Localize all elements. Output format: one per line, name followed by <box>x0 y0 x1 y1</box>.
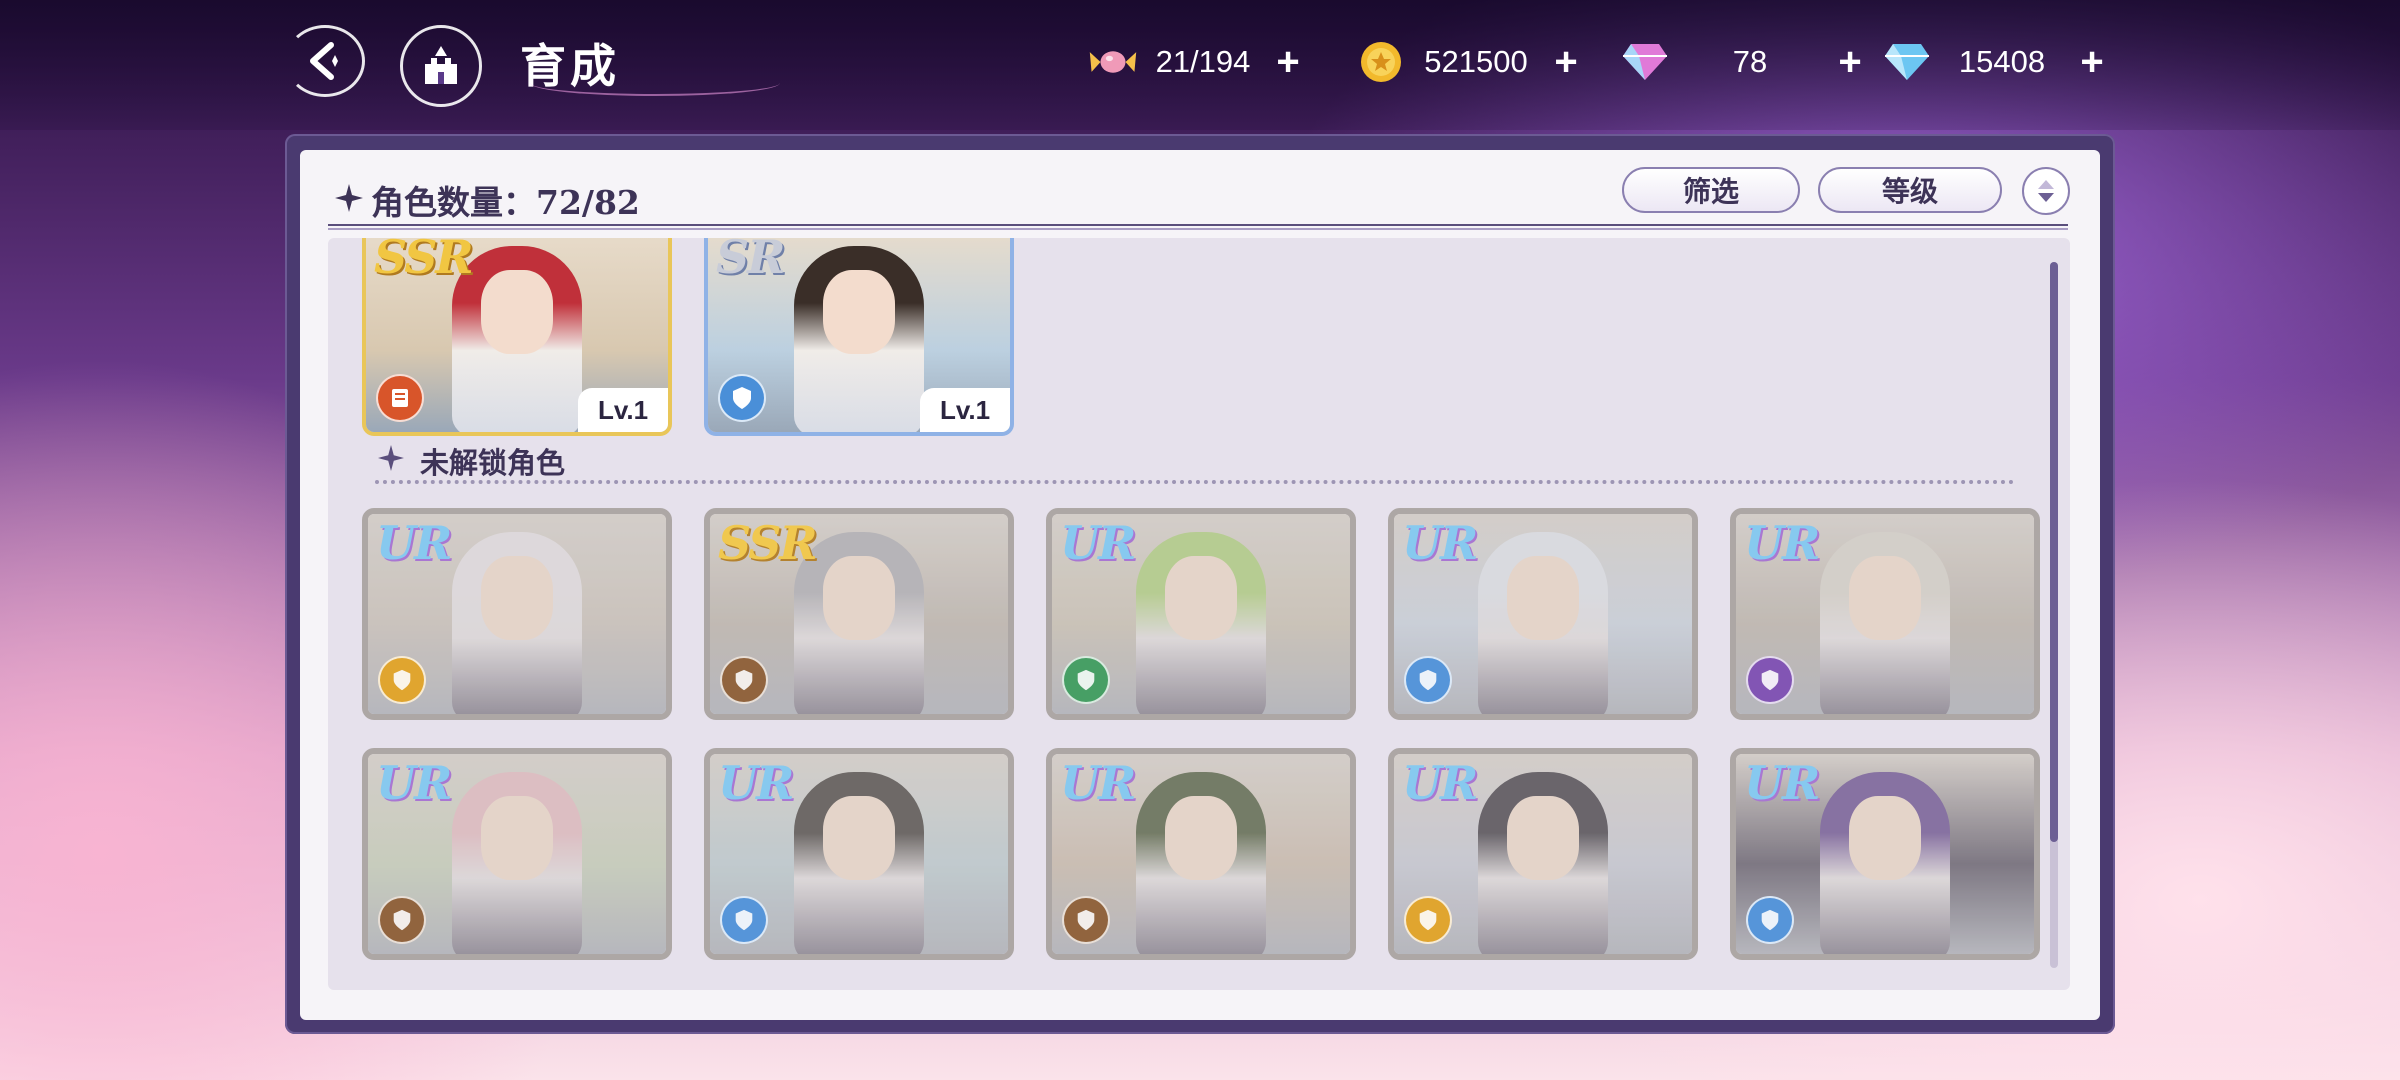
rarity-badge: SR <box>716 238 785 284</box>
rarity-badge: UR <box>1060 756 1136 810</box>
role-shield-icon <box>720 656 768 704</box>
back-button[interactable] <box>285 25 365 97</box>
locked-character-card[interactable]: UR <box>362 508 672 720</box>
scrollbar-thumb[interactable] <box>2050 262 2058 842</box>
character-count-heading: 角色数量：72/82 <box>335 176 640 224</box>
candy-icon <box>1088 37 1138 87</box>
filter-button[interactable]: 筛选 <box>1622 167 1800 213</box>
sparkle-icon <box>335 181 363 220</box>
section-divider <box>375 480 2015 484</box>
role-shield-icon <box>718 374 766 422</box>
locked-character-card[interactable]: UR <box>1388 508 1698 720</box>
character-face <box>823 270 895 354</box>
currency-candy: 21/194 + <box>1088 36 1308 88</box>
role-shield-icon <box>378 896 426 944</box>
sparkle-icon <box>378 444 404 478</box>
currency-pink-gem: 78 + <box>1620 36 1870 88</box>
locked-character-card[interactable]: UR <box>362 748 672 960</box>
locked-section-heading: 未解锁角色 <box>378 440 565 482</box>
locked-character-card[interactable]: UR <box>1730 508 2040 720</box>
rarity-badge: UR <box>1060 516 1136 570</box>
gold-count: 521500 <box>1424 44 1528 79</box>
rarity-badge: UR <box>376 756 452 810</box>
back-arrow-icon <box>310 42 338 80</box>
castle-icon <box>425 46 457 84</box>
level-badge: Lv.1 <box>578 388 668 432</box>
home-button[interactable] <box>400 25 482 107</box>
role-fist-icon <box>378 656 426 704</box>
locked-character-card[interactable]: UR <box>704 748 1014 960</box>
candy-count: 21/194 <box>1155 44 1251 79</box>
level-badge: Lv.1 <box>920 388 1010 432</box>
locked-character-card[interactable]: UR <box>1046 748 1356 960</box>
sort-order-button[interactable] <box>2022 167 2070 215</box>
pink-gem-icon <box>1620 37 1670 87</box>
character-count: 角色数量：72/82 <box>371 183 640 222</box>
locked-character-card[interactable]: UR <box>1730 748 2040 960</box>
sort-arrows-icon <box>2038 180 2054 202</box>
add-gold-button[interactable]: + <box>1546 40 1586 85</box>
rarity-badge: UR <box>1402 516 1478 570</box>
role-fist-icon <box>1404 896 1452 944</box>
role-book-icon <box>1404 656 1452 704</box>
character-face <box>481 270 553 354</box>
locked-character-card[interactable]: UR <box>1046 508 1356 720</box>
role-book-icon <box>1746 896 1794 944</box>
sort-level-button[interactable]: 等级 <box>1818 167 2002 213</box>
rarity-badge: SSR <box>718 516 818 570</box>
header-divider <box>328 224 2068 230</box>
role-book-icon <box>720 896 768 944</box>
currency-gold: 521500 + <box>1356 36 1586 88</box>
blue-diamond-icon <box>1882 37 1932 87</box>
blue-diamond-count: 15408 <box>1958 44 2046 79</box>
owned-character-card[interactable]: SSR Lv.1 <box>362 238 672 436</box>
role-fist-icon <box>1746 656 1794 704</box>
rarity-badge: UR <box>1402 756 1478 810</box>
locked-section-label: 未解锁角色 <box>420 446 566 480</box>
rarity-badge: UR <box>376 516 452 570</box>
title-decoration <box>530 70 780 96</box>
rarity-badge: SSR <box>374 238 474 284</box>
pink-gem-count: 78 <box>1732 44 1768 79</box>
currency-blue-diamond: 15408 + <box>1882 36 2112 88</box>
add-candy-button[interactable]: + <box>1268 40 1308 85</box>
rarity-badge: UR <box>718 756 794 810</box>
add-pink-gem-button[interactable]: + <box>1830 40 1870 85</box>
locked-character-card[interactable]: SSR <box>704 508 1014 720</box>
gold-coin-icon <box>1356 37 1406 87</box>
role-book-icon <box>376 374 424 422</box>
role-book-icon <box>1062 656 1110 704</box>
owned-character-card[interactable]: SR Lv.1 <box>704 238 1014 436</box>
rarity-badge: UR <box>1744 516 1820 570</box>
locked-character-card[interactable]: UR <box>1388 748 1698 960</box>
add-blue-diamond-button[interactable]: + <box>2072 40 2112 85</box>
rarity-badge: UR <box>1744 756 1820 810</box>
role-shield-icon <box>1062 896 1110 944</box>
